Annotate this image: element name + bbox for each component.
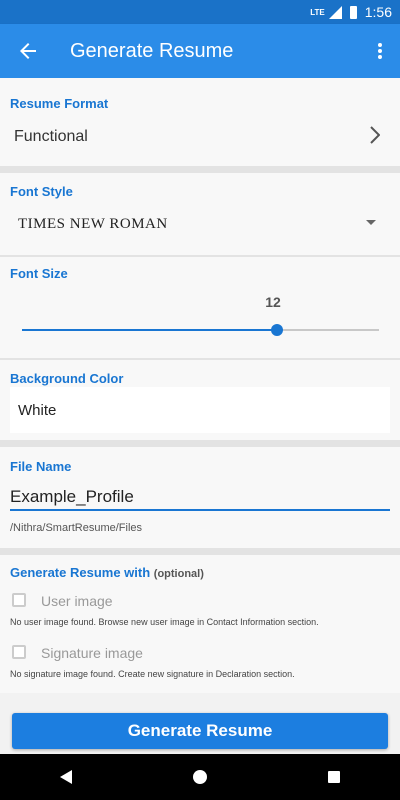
- font-style-label: Font Style: [10, 184, 73, 199]
- divider: [0, 440, 400, 447]
- font-style-select[interactable]: TIMES NEW ROMAN: [18, 216, 168, 233]
- generate-with-title: Generate Resume with: [10, 565, 151, 580]
- arrow-back-icon[interactable]: [0, 24, 56, 78]
- generate-resume-button[interactable]: Generate Resume: [12, 713, 388, 749]
- background-color-value: White: [18, 402, 57, 419]
- optional-tag: (optional): [153, 568, 204, 580]
- network-type: LTE: [310, 7, 325, 17]
- signature-image-note: No signature image found. Create new sig…: [10, 669, 295, 679]
- file-name-label: File Name: [10, 459, 72, 474]
- font-size-value: 12: [265, 294, 281, 310]
- signature-image-label[interactable]: Signature image: [41, 645, 143, 661]
- file-name-underline: [10, 509, 390, 511]
- user-image-note: No user image found. Browse new user ima…: [10, 617, 319, 627]
- font-size-label: Font Size: [10, 266, 68, 281]
- file-name-input[interactable]: Example_Profile: [10, 487, 134, 507]
- status-bar: LTE 1:56: [0, 0, 400, 24]
- generate-with-label: Generate Resume with (optional): [10, 565, 204, 580]
- resume-format-section[interactable]: [0, 78, 400, 166]
- clock: 1:56: [364, 4, 392, 20]
- dropdown-arrow-icon[interactable]: [366, 220, 376, 225]
- more-vert-icon[interactable]: [360, 24, 400, 78]
- divider: [0, 548, 400, 555]
- system-nav-bar: [0, 754, 400, 800]
- user-image-label[interactable]: User image: [41, 593, 113, 609]
- page-title: Generate Resume: [70, 39, 234, 62]
- app-bar: Generate Resume: [0, 24, 400, 78]
- nav-back-icon[interactable]: [60, 770, 73, 784]
- nav-home-icon[interactable]: [192, 770, 207, 784]
- signal-icon: [328, 5, 342, 19]
- battery-icon: [349, 5, 357, 19]
- resume-format-value[interactable]: Functional: [14, 128, 88, 146]
- background-color-label: Background Color: [10, 371, 124, 386]
- file-path: /Nithra/SmartResume/Files: [10, 522, 143, 534]
- signature-image-checkbox[interactable]: [12, 645, 26, 659]
- nav-recents-icon[interactable]: [327, 771, 340, 783]
- chevron-right-icon[interactable]: [370, 126, 381, 149]
- background-color-field[interactable]: White: [10, 387, 390, 433]
- divider: [0, 166, 400, 173]
- user-image-checkbox[interactable]: [12, 593, 26, 607]
- slider-fill: [22, 329, 278, 331]
- font-size-slider[interactable]: [22, 324, 379, 336]
- resume-format-label: Resume Format: [10, 96, 109, 111]
